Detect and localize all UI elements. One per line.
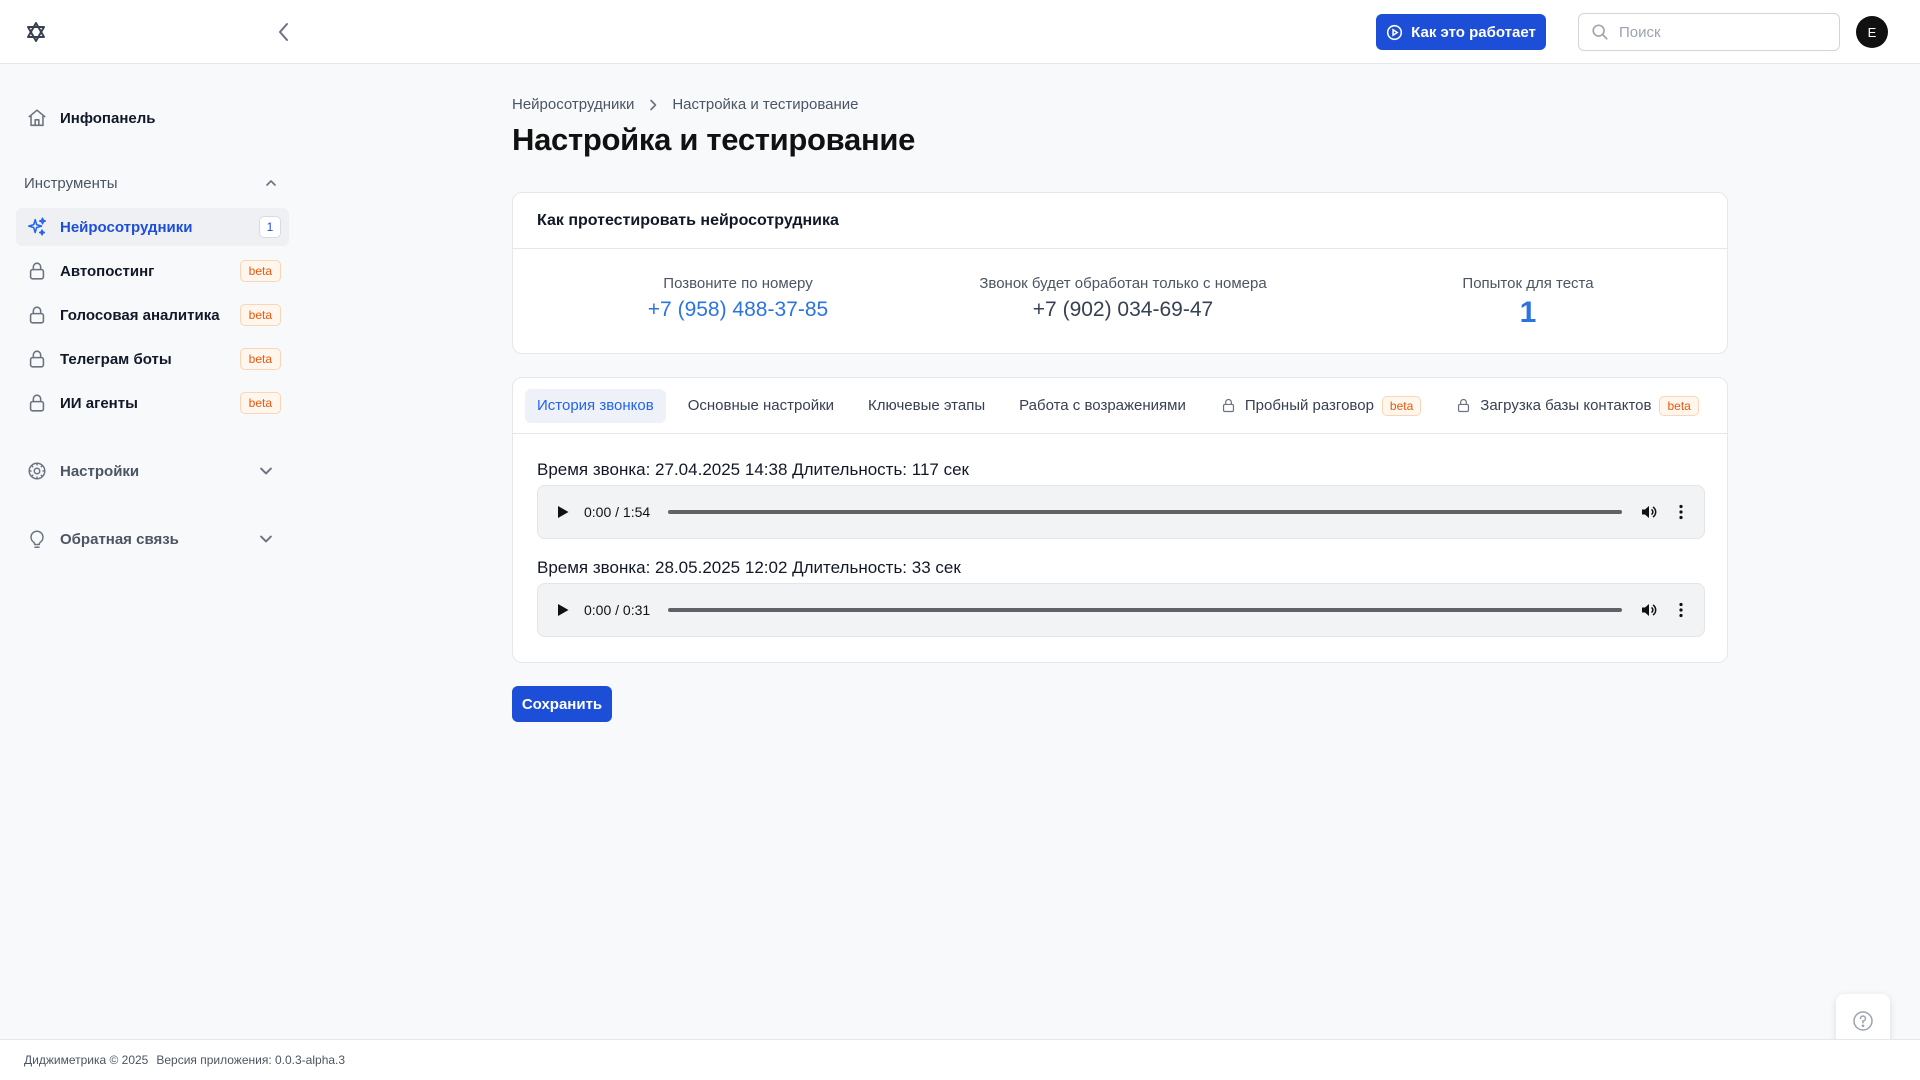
audio-progress-track[interactable] xyxy=(668,510,1622,514)
sidebar-item-autoposting[interactable]: Автопостинг beta xyxy=(16,252,289,290)
sparkles-icon xyxy=(27,217,47,236)
tab-label: Работа с возражениями xyxy=(1019,397,1186,414)
tab-key-stages[interactable]: Ключевые этапы xyxy=(856,389,997,423)
footer-version: Версия приложения: 0.0.3-alpha.3 xyxy=(156,1053,346,1067)
search-icon xyxy=(1592,24,1608,40)
sidebar-item-label: Голосовая аналитика xyxy=(60,306,220,324)
sidebar-item-label: Инфопанель xyxy=(60,109,156,127)
top-bar: Как это работает E xyxy=(0,0,1920,64)
sidebar-item-label: Настройки xyxy=(60,462,140,480)
beta-badge: beta xyxy=(1381,395,1422,416)
audio-time: 0:00 / 0:31 xyxy=(584,602,651,618)
logo-icon[interactable] xyxy=(24,20,48,44)
chevron-up-icon xyxy=(266,180,276,186)
sidebar-item-neuro-employees[interactable]: Нейросотрудники 1 xyxy=(16,208,289,246)
footer-copyright: Диджиметрика © 2025 xyxy=(24,1053,149,1067)
call-number-link[interactable]: +7 (958) 488-37-85 xyxy=(603,298,873,322)
sidebar-item-label: ИИ агенты xyxy=(60,394,138,412)
count-badge: 1 xyxy=(259,216,281,238)
beta-badge: beta xyxy=(239,260,281,282)
tab-main-settings[interactable]: Основные настройки xyxy=(676,389,846,423)
sidebar-item-label: Обратная связь xyxy=(60,530,179,548)
play-icon[interactable] xyxy=(556,505,570,519)
calls-card: История звонков Основные настройки Ключе… xyxy=(512,377,1728,663)
chevron-down-icon xyxy=(260,467,272,475)
audio-player: 0:00 / 1:54 xyxy=(537,485,1705,539)
sidebar-item-feedback[interactable]: Обратная связь xyxy=(16,520,289,558)
tab-trial-call[interactable]: Пробный разговор beta xyxy=(1208,389,1433,423)
section-tools-label: Инструменты xyxy=(24,174,118,192)
call-number-caption: Позвоните по номеру xyxy=(663,275,813,292)
sidebar-item-ai-agents[interactable]: ИИ агенты beta xyxy=(16,384,289,422)
audio-time: 0:00 / 1:54 xyxy=(584,504,651,520)
gear-icon xyxy=(28,462,46,480)
tab-label: История звонков xyxy=(537,397,654,414)
tab-label: Пробный разговор xyxy=(1244,397,1374,414)
chevron-right-icon xyxy=(650,99,657,110)
lock-icon xyxy=(29,394,45,412)
sidebar-item-settings[interactable]: Настройки xyxy=(16,452,289,490)
beta-badge: beta xyxy=(239,348,281,370)
avatar[interactable]: E xyxy=(1856,16,1888,48)
sidebar-item-telegram-bots[interactable]: Телеграм боты beta xyxy=(16,340,289,378)
sidebar-item-voice-analytics[interactable]: Голосовая аналитика beta xyxy=(16,296,289,334)
volume-icon[interactable] xyxy=(1640,601,1658,619)
beta-badge: beta xyxy=(239,392,281,414)
tab-label: Основные настройки xyxy=(687,397,835,414)
search-input[interactable] xyxy=(1619,23,1819,41)
sidebar-item-label: Телеграм боты xyxy=(60,350,172,368)
section-tools-header[interactable]: Инструменты xyxy=(24,171,289,195)
breadcrumb: Нейросотрудники Настройка и тестирование xyxy=(512,96,859,113)
tab-label: Загрузка базы контактов xyxy=(1480,397,1652,414)
lock-icon xyxy=(29,350,45,368)
breadcrumb-current: Настройка и тестирование xyxy=(672,96,859,113)
tab-bar: История звонков Основные настройки Ключе… xyxy=(513,378,1727,434)
breadcrumb-parent-link[interactable]: Нейросотрудники xyxy=(512,96,634,113)
test-card-title: Как протестировать нейросотрудника xyxy=(513,193,1727,249)
more-options-icon[interactable] xyxy=(1672,503,1690,521)
play-circle-icon xyxy=(1387,24,1403,40)
play-icon[interactable] xyxy=(556,603,570,617)
tab-label: Ключевые этапы xyxy=(868,397,986,414)
save-button[interactable]: Сохранить xyxy=(512,686,612,722)
audio-progress-track[interactable] xyxy=(668,608,1622,612)
attempts-value: 1 xyxy=(1519,296,1537,329)
lightbulb-icon xyxy=(30,530,44,548)
audio-player: 0:00 / 0:31 xyxy=(537,583,1705,637)
question-circle-icon xyxy=(1853,1011,1873,1031)
test-info-card: Как протестировать нейросотрудника Позво… xyxy=(512,192,1728,354)
home-icon xyxy=(28,109,46,127)
volume-icon[interactable] xyxy=(1640,503,1658,521)
how-it-works-button[interactable]: Как это работает xyxy=(1376,14,1546,50)
call-info: Время звонка: 27.04.2025 14:38 Длительно… xyxy=(537,460,969,479)
processed-number-value: +7 (902) 034-69-47 xyxy=(1032,298,1214,321)
tab-objections[interactable]: Работа с возражениями xyxy=(1007,389,1198,423)
call-info: Время звонка: 28.05.2025 12:02 Длительно… xyxy=(537,558,961,577)
search-box[interactable] xyxy=(1578,13,1840,51)
tab-contacts-upload[interactable]: Загрузка базы контактов beta xyxy=(1443,389,1711,423)
footer: Диджиметрика © 2025 Версия приложения: 0… xyxy=(0,1039,1920,1080)
page-title: Настройка и тестирование xyxy=(512,122,916,157)
chevron-down-icon xyxy=(260,535,272,543)
attempts-caption: Попыток для теста xyxy=(1462,275,1594,292)
lock-icon xyxy=(29,306,45,324)
sidebar-item-label: Автопостинг xyxy=(60,262,155,280)
collapse-sidebar-icon[interactable] xyxy=(272,18,296,46)
lock-icon xyxy=(1222,398,1234,413)
beta-badge: beta xyxy=(239,304,281,326)
lock-icon xyxy=(1458,398,1470,413)
processed-number-caption: Звонок будет обработан только с номера xyxy=(979,275,1267,292)
call-number-block: Позвоните по номеру +7 (958) 488-37-85 xyxy=(603,275,873,322)
sidebar-item-label: Нейросотрудники xyxy=(60,218,193,236)
attempts-block: Попыток для теста 1 xyxy=(1393,275,1663,330)
tab-call-history[interactable]: История звонков xyxy=(525,388,666,423)
sidebar: Инфопанель Инструменты Нейросотрудники 1… xyxy=(0,64,300,1039)
more-options-icon[interactable] xyxy=(1672,601,1690,619)
sidebar-item-dashboard[interactable]: Инфопанель xyxy=(16,99,289,137)
processed-number-block: Звонок будет обработан только с номера +… xyxy=(953,275,1293,322)
how-it-works-label: Как это работает xyxy=(1411,23,1536,41)
beta-badge: beta xyxy=(1659,395,1699,416)
lock-icon xyxy=(29,262,45,280)
